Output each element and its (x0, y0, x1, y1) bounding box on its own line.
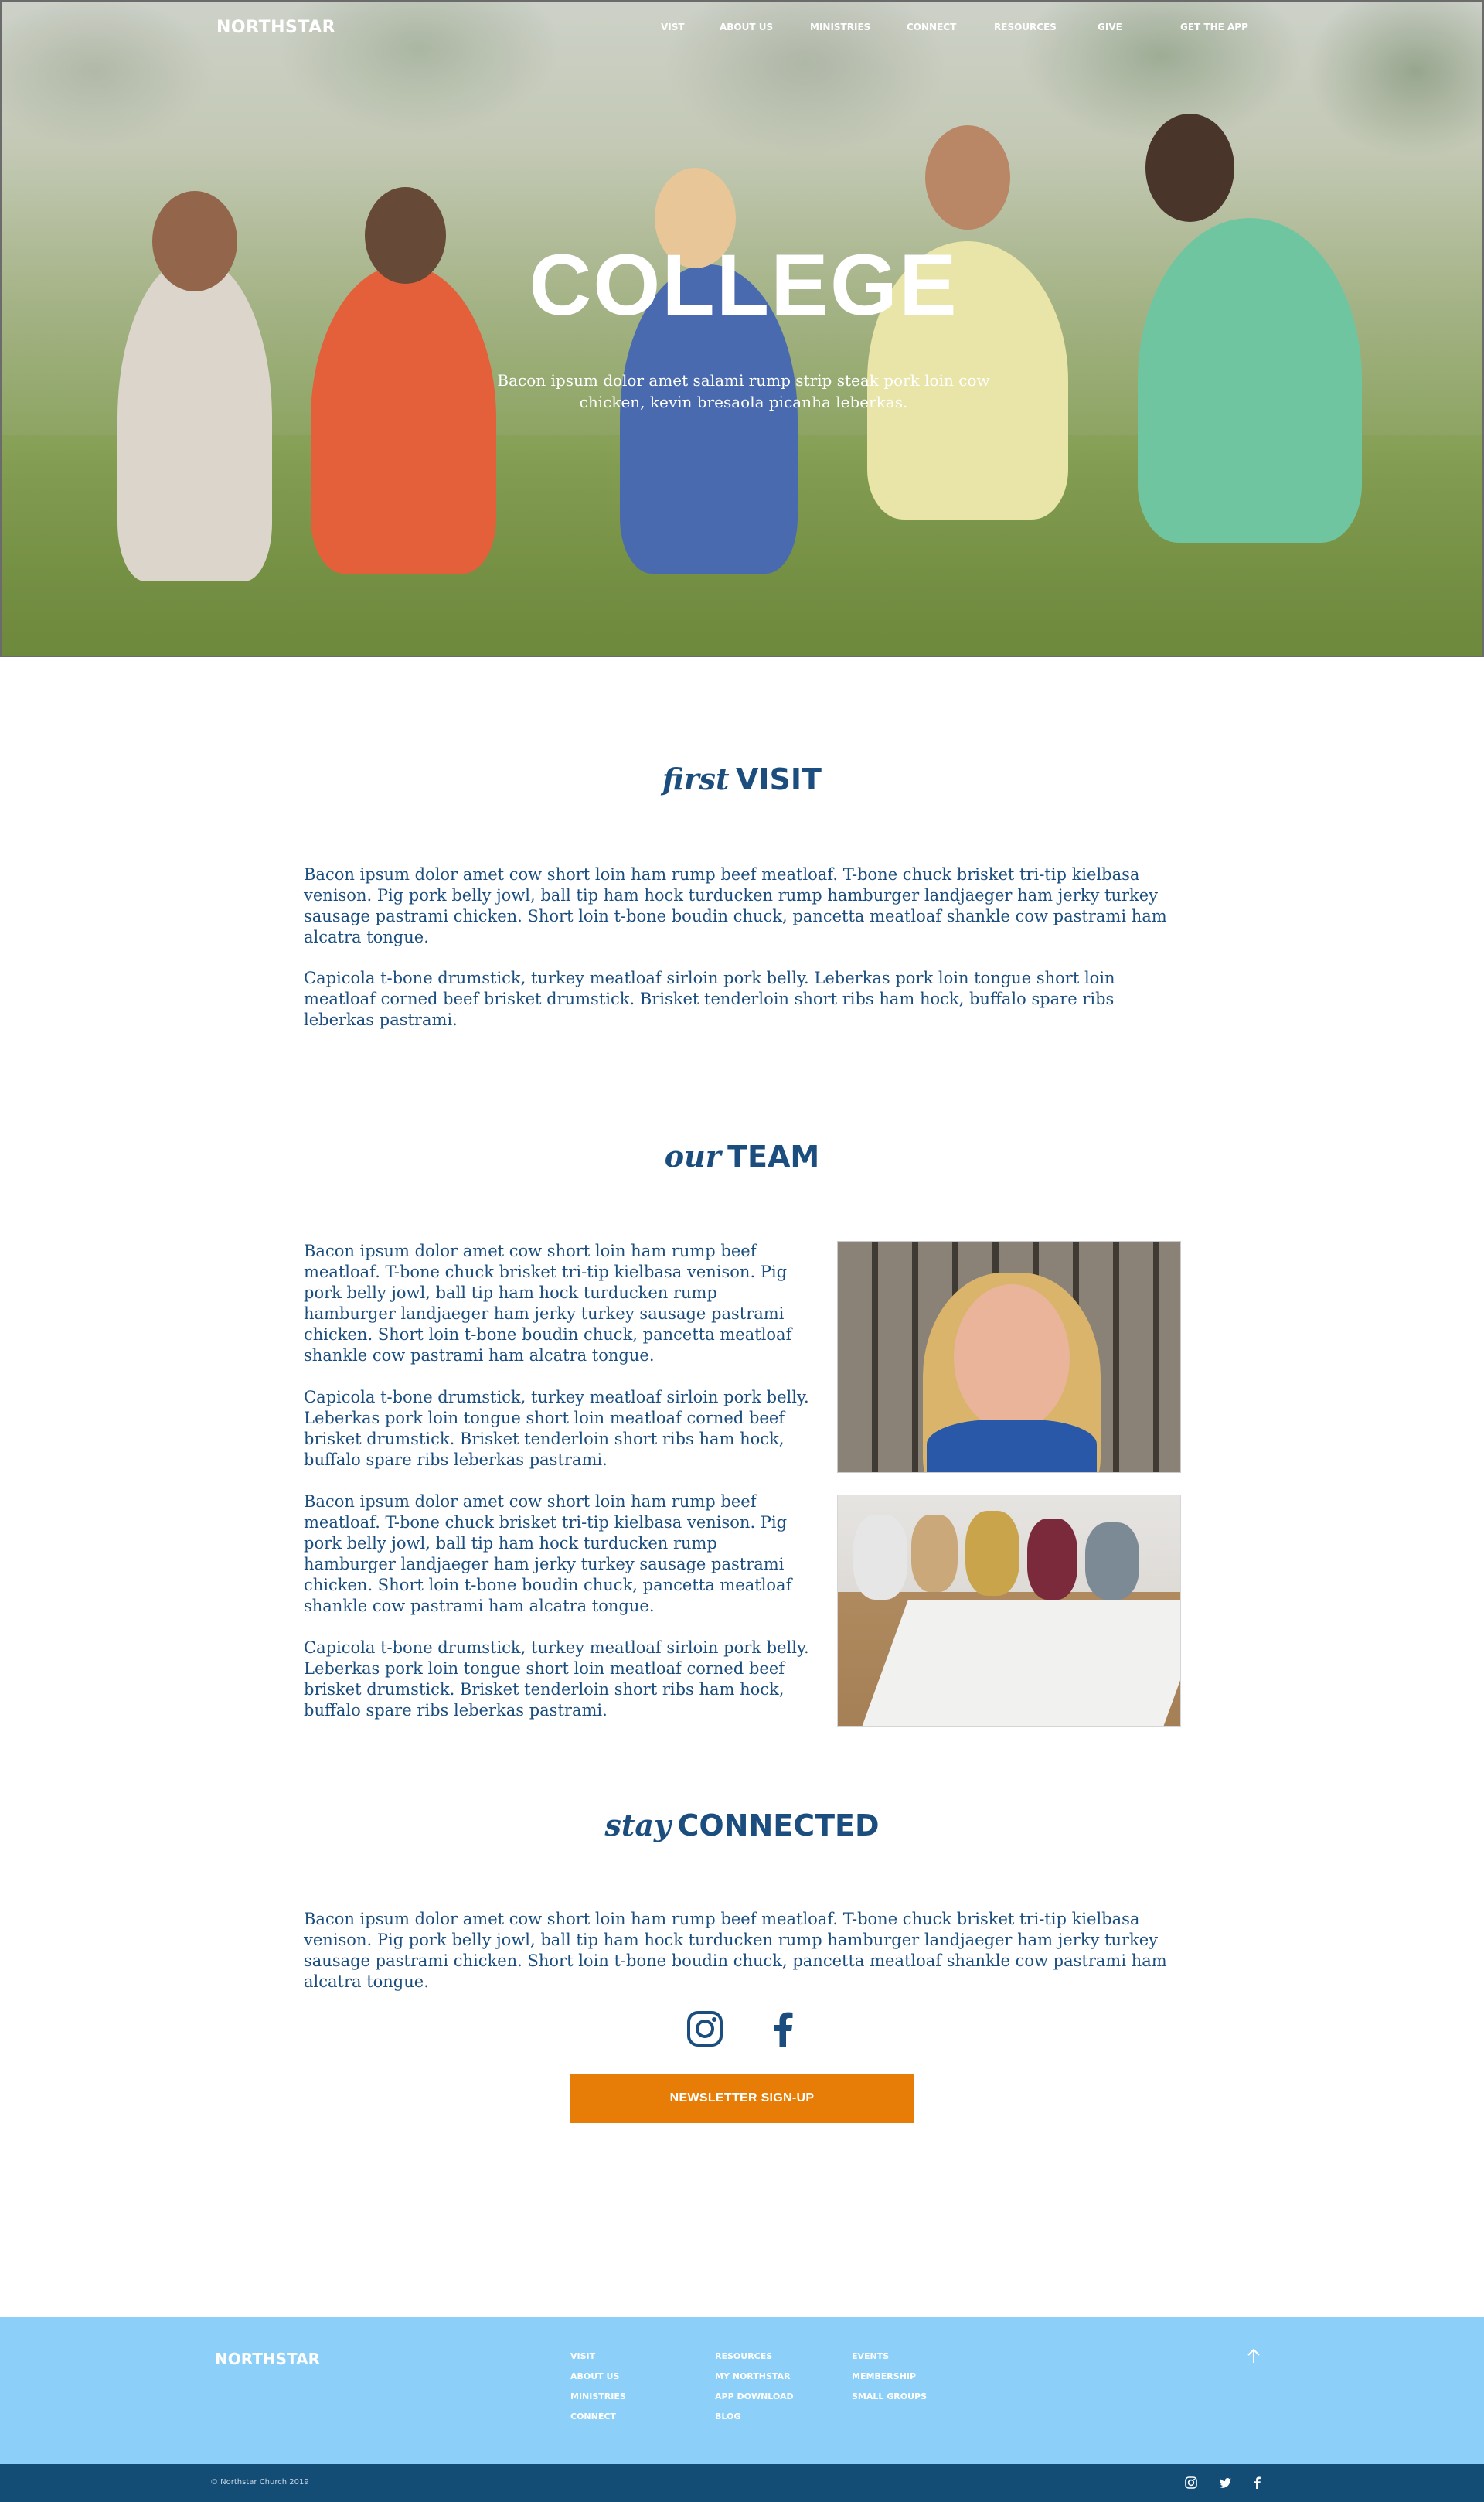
first-visit-heading-italic: first (662, 762, 730, 796)
footer-link-small-groups[interactable]: SMALL GROUPS (852, 2391, 927, 2401)
our-team-heading-bold: TEAM (727, 1140, 820, 1174)
get-the-app-link[interactable]: GET THE APP (1180, 22, 1248, 32)
footer-link-membership[interactable]: MEMBERSHIP (852, 2371, 916, 2381)
our-team-heading-italic: our (664, 1139, 721, 1174)
footer-link-resources[interactable]: RESOURCES (715, 2351, 772, 2361)
hero-subtitle: Bacon ipsum dolor amet salami rump strip… (497, 371, 990, 411)
nav-item-about-us[interactable]: ABOUT US (720, 22, 773, 32)
our-team-heading: our TEAM (0, 1139, 1484, 1174)
first-visit-paragraph-1: Bacon ipsum dolor amet cow short loin ha… (304, 865, 1167, 946)
nav-item-connect[interactable]: CONNECT (907, 22, 956, 32)
team-paragraph-3: Bacon ipsum dolor amet cow short loin ha… (304, 1492, 792, 1615)
nav-item-ministries[interactable]: MINISTRIES (810, 22, 870, 32)
top-navigation: NORTHSTAR VIST ABOUT US MINISTRIES CONNE… (2, 2, 1482, 56)
first-visit-paragraph-2: Capicola t-bone drumstick, turkey meatlo… (304, 969, 1115, 1029)
team-photo-woman (837, 1241, 1181, 1473)
instagram-icon[interactable] (686, 2010, 723, 2050)
footer-link-connect[interactable]: CONNECT (570, 2412, 616, 2422)
newsletter-signup-button[interactable]: NEWSLETTER SIGN-UP (570, 2074, 914, 2123)
facebook-icon[interactable] (771, 2010, 795, 2050)
team-photo-group (837, 1495, 1181, 1727)
copyright-text: © Northstar Church 2019 (210, 2478, 309, 2487)
twitter-icon[interactable] (1217, 2475, 1233, 2490)
page-title: COLLEGE (529, 237, 958, 333)
team-paragraph-2: Capicola t-bone drumstick, turkey meatlo… (304, 1388, 809, 1469)
facebook-icon[interactable] (1250, 2475, 1265, 2490)
nav-item-visit[interactable]: VIST (661, 22, 685, 32)
team-paragraph-1: Bacon ipsum dolor amet cow short loin ha… (304, 1242, 792, 1365)
stay-connected-heading: stay CONNECTED (0, 1808, 1484, 1842)
back-to-top-arrow-icon[interactable] (1244, 2347, 1263, 2365)
footer-link-ministries[interactable]: MINISTRIES (570, 2391, 626, 2401)
footer-link-blog[interactable]: BLOG (715, 2412, 740, 2422)
footer-bottom-bar: © Northstar Church 2019 (0, 2464, 1484, 2502)
footer-link-events[interactable]: EVENTS (852, 2351, 889, 2361)
footer-link-visit[interactable]: VISIT (570, 2351, 595, 2361)
nav-item-give[interactable]: GIVE (1098, 22, 1122, 32)
footer: NORTHSTAR VISIT ABOUT US MINISTRIES CONN… (0, 2317, 1484, 2464)
footer-logo[interactable]: NORTHSTAR (215, 2350, 320, 2368)
hero-banner: NORTHSTAR VIST ABOUT US MINISTRIES CONNE… (0, 0, 1484, 657)
nav-item-resources[interactable]: RESOURCES (994, 22, 1057, 32)
first-visit-heading: first VISIT (0, 762, 1484, 796)
stay-connected-heading-bold: CONNECTED (677, 1808, 880, 1842)
instagram-icon[interactable] (1183, 2475, 1199, 2490)
stay-connected-heading-italic: stay (604, 1808, 672, 1842)
first-visit-heading-bold: VISIT (735, 762, 822, 796)
footer-link-my-northstar[interactable]: MY NORTHSTAR (715, 2371, 791, 2381)
team-paragraph-4: Capicola t-bone drumstick, turkey meatlo… (304, 1638, 809, 1720)
footer-link-app-download[interactable]: APP DOWNLOAD (715, 2391, 794, 2401)
site-logo[interactable]: NORTHSTAR (216, 18, 335, 37)
stay-connected-paragraph: Bacon ipsum dolor amet cow short loin ha… (304, 1910, 1167, 1991)
footer-link-about-us[interactable]: ABOUT US (570, 2371, 619, 2381)
